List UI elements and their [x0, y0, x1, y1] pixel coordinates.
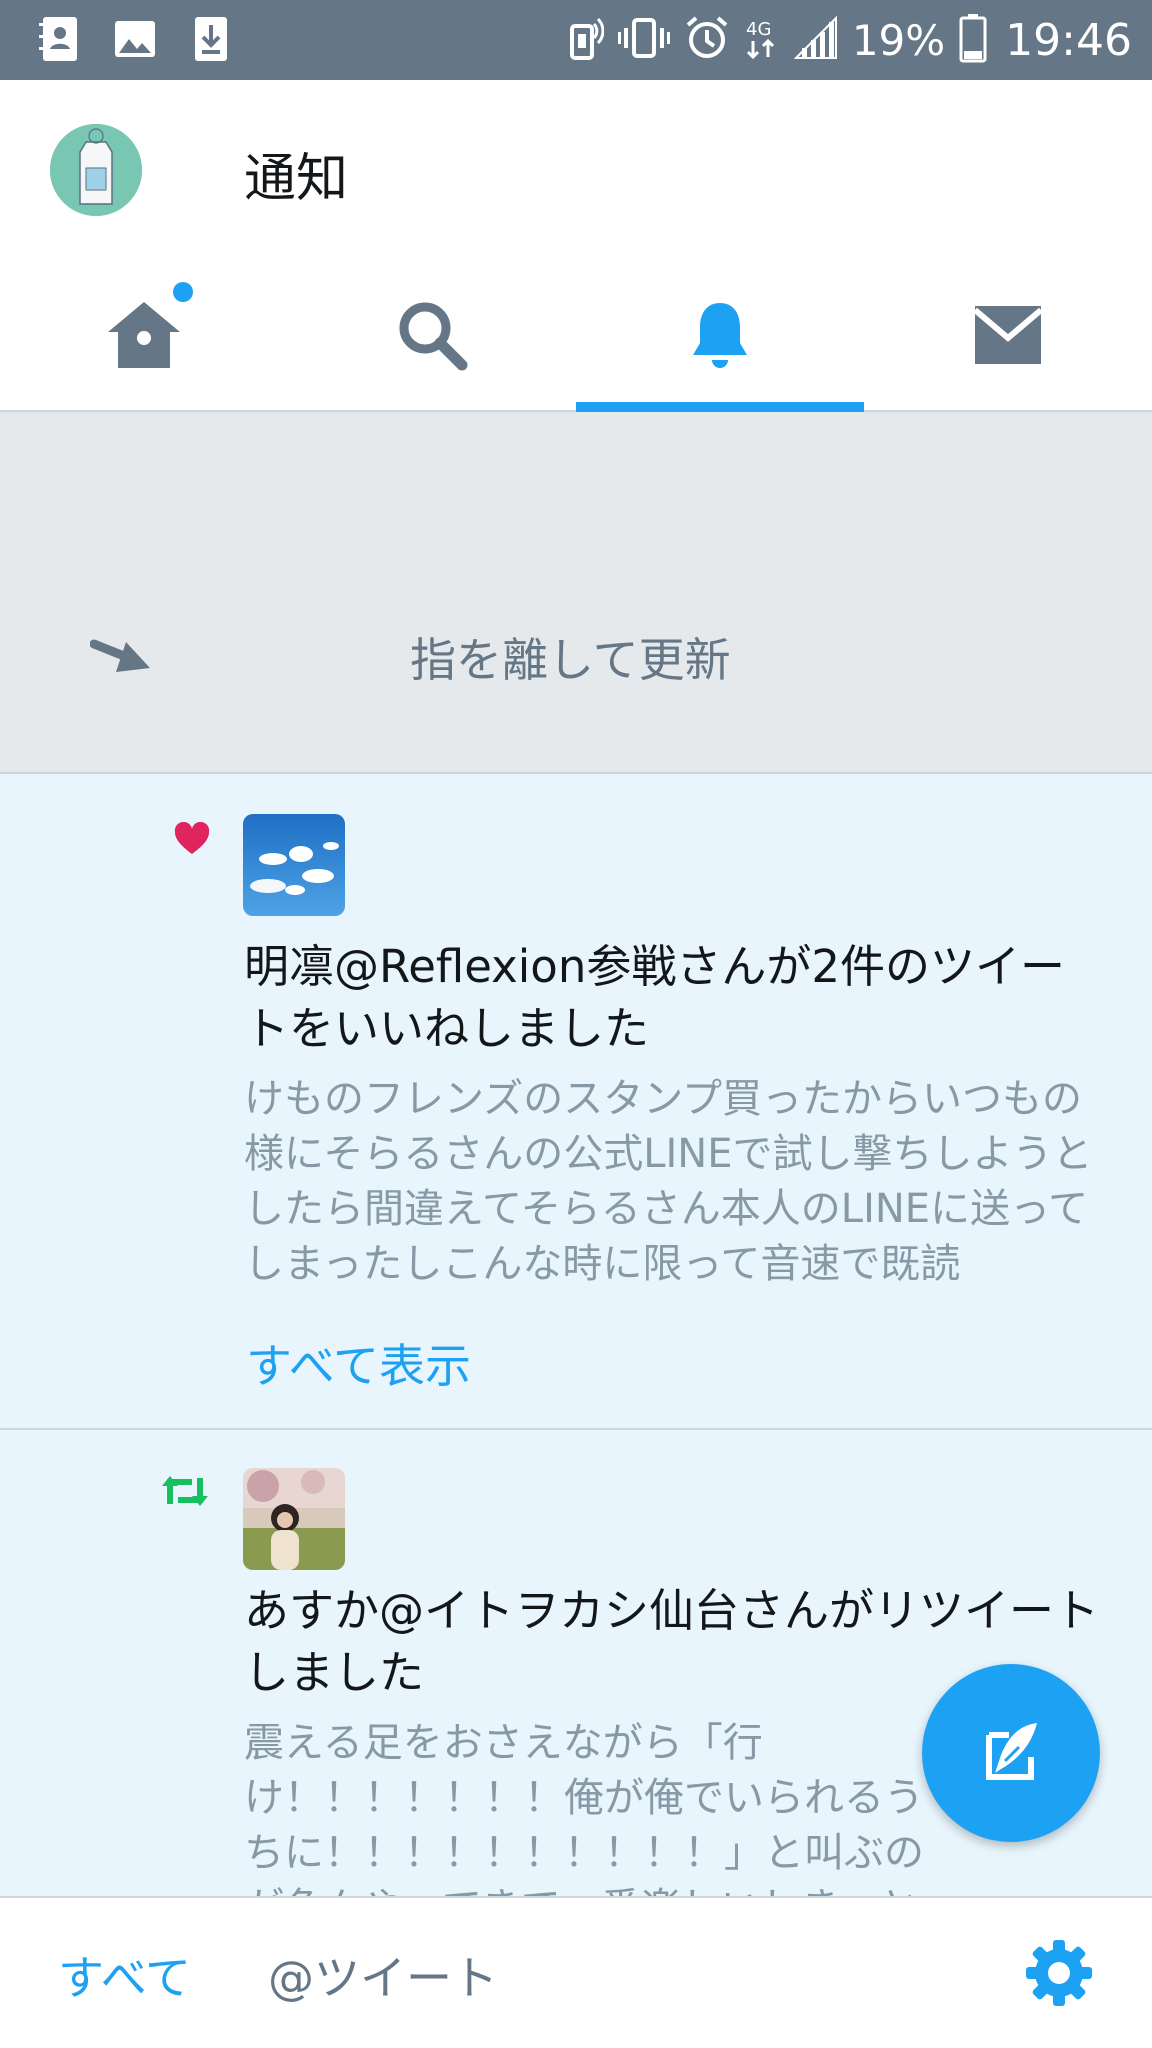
- profile-avatar[interactable]: [50, 124, 142, 216]
- gear-icon[interactable]: [1024, 1938, 1094, 2008]
- battery-icon: [959, 13, 987, 67]
- tweet-text: 震える足をおさえながら「行け！！！！！！！俺が俺でいられるうちに！！！！！！！！…: [244, 1720, 924, 1900]
- battery-percent: 19%: [851, 15, 946, 65]
- tab-bar: [0, 260, 1152, 412]
- refresh-label: 指を離して更新: [410, 633, 731, 687]
- notification-title: 明凛@Reflexion参戦さんが2件のツイートをいいねしました: [244, 940, 1065, 1055]
- search-icon: [399, 302, 468, 371]
- home-icon: [108, 302, 180, 368]
- user-avatar[interactable]: [243, 1468, 345, 1570]
- nfc-icon: [569, 16, 605, 64]
- heart-icon: [174, 822, 210, 854]
- tab-home[interactable]: [0, 260, 288, 410]
- mail-icon: [973, 306, 1043, 364]
- refresh-arrow-icon: [90, 639, 150, 672]
- signal-icon: [793, 15, 838, 64]
- bell-icon: [693, 303, 747, 368]
- filter-mentions-tab[interactable]: @ツイート: [268, 1942, 498, 2008]
- contacts-icon: [36, 14, 82, 64]
- notification-item[interactable]: 明凛@Reflexion参戦さんが2件のツイートをいいねしました けものフレンズ…: [0, 774, 1152, 1430]
- vibrate-icon: [617, 16, 670, 64]
- notification-filter-bar: すべて @ツイート: [0, 1896, 1152, 2048]
- clock: 19:46: [1005, 14, 1132, 66]
- alarm-icon: [684, 15, 730, 65]
- notification-icons: [36, 14, 234, 64]
- retweet-icon: [162, 1476, 208, 1506]
- new-tweets-dot: [173, 282, 193, 302]
- image-icon: [112, 14, 158, 64]
- tab-notifications[interactable]: [576, 260, 864, 412]
- status-bar: 4G 19% 19:46: [0, 0, 1152, 80]
- tab-messages[interactable]: [864, 260, 1152, 410]
- app-header: 通知: [0, 80, 1152, 260]
- compose-icon: [986, 1723, 1037, 1780]
- show-all-link[interactable]: すべて表示: [246, 1330, 471, 1396]
- svg-text:4G: 4G: [746, 19, 771, 40]
- user-avatar[interactable]: [243, 814, 345, 916]
- filter-all-tab[interactable]: すべて: [58, 1942, 191, 2008]
- compose-tweet-button[interactable]: [922, 1664, 1100, 1842]
- tweet-text: けものフレンズのスタンプ買ったからいつもの様にそらるさんの公式LINEで試し撃ち…: [244, 1076, 1093, 1287]
- network-4g-icon: 4G: [744, 15, 780, 65]
- pull-to-refresh: 指を離して更新: [0, 412, 1152, 774]
- page-title: 通知: [244, 149, 349, 209]
- download-icon: [188, 14, 234, 64]
- tab-search[interactable]: [288, 260, 576, 410]
